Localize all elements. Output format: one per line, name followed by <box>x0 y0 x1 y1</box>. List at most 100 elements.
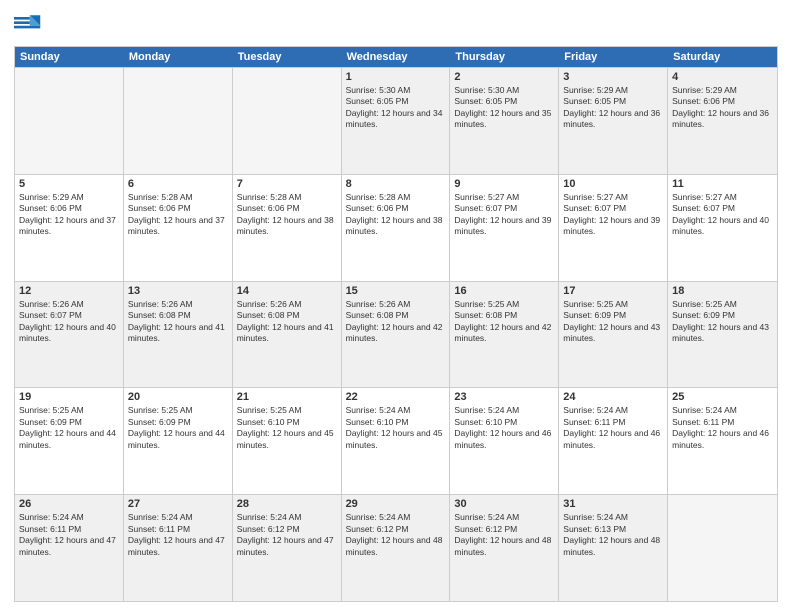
day-number: 8 <box>346 178 446 190</box>
header-day-friday: Friday <box>559 47 668 67</box>
cal-cell-day-3: 3 Sunrise: 5:29 AMSunset: 6:05 PMDaylight… <box>559 68 668 174</box>
day-info: Sunrise: 5:24 AMSunset: 6:10 PMDaylight:… <box>346 405 446 451</box>
cal-cell-day-6: 6 Sunrise: 5:28 AMSunset: 6:06 PMDaylight… <box>124 175 233 281</box>
cal-cell-empty <box>15 68 124 174</box>
day-info: Sunrise: 5:26 AMSunset: 6:08 PMDaylight:… <box>128 299 228 345</box>
cal-cell-day-8: 8 Sunrise: 5:28 AMSunset: 6:06 PMDaylight… <box>342 175 451 281</box>
day-number: 6 <box>128 178 228 190</box>
day-info: Sunrise: 5:30 AMSunset: 6:05 PMDaylight:… <box>346 85 446 131</box>
day-info: Sunrise: 5:26 AMSunset: 6:08 PMDaylight:… <box>346 299 446 345</box>
day-number: 18 <box>672 285 773 297</box>
day-number: 5 <box>19 178 119 190</box>
day-number: 23 <box>454 391 554 403</box>
calendar-header: SundayMondayTuesdayWednesdayThursdayFrid… <box>15 47 777 67</box>
day-number: 19 <box>19 391 119 403</box>
day-number: 17 <box>563 285 663 297</box>
cal-cell-day-23: 23Sunrise: 5:24 AMSunset: 6:10 PMDayligh… <box>450 388 559 494</box>
day-info: Sunrise: 5:24 AMSunset: 6:11 PMDaylight:… <box>563 405 663 451</box>
cal-cell-day-26: 26 Sunrise: 5:24 AMSunset: 6:11 PMDayligh… <box>15 495 124 601</box>
day-info: Sunrise: 5:30 AMSunset: 6:05 PMDaylight:… <box>454 85 554 131</box>
page: SundayMondayTuesdayWednesdayThursdayFrid… <box>0 0 792 612</box>
header <box>14 10 778 38</box>
day-info: Sunrise: 5:28 AMSunset: 6:06 PMDaylight:… <box>128 192 228 238</box>
cal-cell-empty <box>233 68 342 174</box>
day-info: Sunrise: 5:28 AMSunset: 6:06 PMDaylight:… <box>346 192 446 238</box>
day-info: Sunrise: 5:24 AMSunset: 6:13 PMDaylight:… <box>563 512 663 558</box>
day-info: Sunrise: 5:24 AMSunset: 6:12 PMDaylight:… <box>237 512 337 558</box>
day-number: 31 <box>563 498 663 510</box>
logo <box>14 10 46 38</box>
day-info: Sunrise: 5:24 AMSunset: 6:11 PMDaylight:… <box>128 512 228 558</box>
day-number: 29 <box>346 498 446 510</box>
day-info: Sunrise: 5:29 AMSunset: 6:06 PMDaylight:… <box>672 85 773 131</box>
day-number: 25 <box>672 391 773 403</box>
cal-cell-empty <box>668 495 777 601</box>
day-number: 30 <box>454 498 554 510</box>
day-number: 26 <box>19 498 119 510</box>
day-info: Sunrise: 5:28 AMSunset: 6:06 PMDaylight:… <box>237 192 337 238</box>
cal-cell-day-17: 17 Sunrise: 5:25 AMSunset: 6:09 PMDayligh… <box>559 282 668 388</box>
logo-icon <box>14 10 42 38</box>
day-info: Sunrise: 5:29 AMSunset: 6:06 PMDaylight:… <box>19 192 119 238</box>
day-number: 28 <box>237 498 337 510</box>
cal-cell-day-11: 11 Sunrise: 5:27 AMSunset: 6:07 PMDayligh… <box>668 175 777 281</box>
day-info: Sunrise: 5:25 AMSunset: 6:08 PMDaylight:… <box>454 299 554 345</box>
day-info: Sunrise: 5:24 AMSunset: 6:11 PMDaylight:… <box>19 512 119 558</box>
day-number: 4 <box>672 71 773 83</box>
day-number: 3 <box>563 71 663 83</box>
cal-cell-day-25: 25 Sunrise: 5:24 AMSunset: 6:11 PMDayligh… <box>668 388 777 494</box>
day-info: Sunrise: 5:24 AMSunset: 6:12 PMDaylight:… <box>346 512 446 558</box>
cal-cell-day-21: 21 Sunrise: 5:25 AMSunset: 6:10 PMDayligh… <box>233 388 342 494</box>
day-number: 21 <box>237 391 337 403</box>
day-number: 22 <box>346 391 446 403</box>
cal-cell-day-16: 16 Sunrise: 5:25 AMSunset: 6:08 PMDayligh… <box>450 282 559 388</box>
cal-cell-day-22: 22 Sunrise: 5:24 AMSunset: 6:10 PMDayligh… <box>342 388 451 494</box>
cal-cell-day-10: 10 Sunrise: 5:27 AMSunset: 6:07 PMDayligh… <box>559 175 668 281</box>
day-number: 13 <box>128 285 228 297</box>
day-number: 20 <box>128 391 228 403</box>
header-day-thursday: Thursday <box>450 47 559 67</box>
day-info: Sunrise: 5:29 AMSunset: 6:05 PMDaylight:… <box>563 85 663 131</box>
day-number: 12 <box>19 285 119 297</box>
cal-cell-day-7: 7Sunrise: 5:28 AMSunset: 6:06 PMDaylight… <box>233 175 342 281</box>
cal-cell-day-28: 28 Sunrise: 5:24 AMSunset: 6:12 PMDayligh… <box>233 495 342 601</box>
day-info: Sunrise: 5:27 AMSunset: 6:07 PMDaylight:… <box>454 192 554 238</box>
day-number: 9 <box>454 178 554 190</box>
header-day-sunday: Sunday <box>15 47 124 67</box>
day-number: 1 <box>346 71 446 83</box>
day-number: 11 <box>672 178 773 190</box>
cal-cell-day-13: 13 Sunrise: 5:26 AMSunset: 6:08 PMDayligh… <box>124 282 233 388</box>
header-day-tuesday: Tuesday <box>233 47 342 67</box>
cal-cell-day-15: 15 Sunrise: 5:26 AMSunset: 6:08 PMDayligh… <box>342 282 451 388</box>
day-number: 16 <box>454 285 554 297</box>
calendar-body: 1 Sunrise: 5:30 AMSunset: 6:05 PMDaylight… <box>15 67 777 601</box>
cal-cell-day-12: 12 Sunrise: 5:26 AMSunset: 6:07 PMDayligh… <box>15 282 124 388</box>
day-number: 2 <box>454 71 554 83</box>
day-info: Sunrise: 5:27 AMSunset: 6:07 PMDaylight:… <box>563 192 663 238</box>
day-info: Sunrise: 5:25 AMSunset: 6:09 PMDaylight:… <box>563 299 663 345</box>
day-number: 27 <box>128 498 228 510</box>
cal-cell-day-20: 20 Sunrise: 5:25 AMSunset: 6:09 PMDayligh… <box>124 388 233 494</box>
day-info: Sunrise: 5:25 AMSunset: 6:09 PMDaylight:… <box>672 299 773 345</box>
day-number: 15 <box>346 285 446 297</box>
day-number: 24 <box>563 391 663 403</box>
calendar-week-1: 1 Sunrise: 5:30 AMSunset: 6:05 PMDaylight… <box>15 67 777 174</box>
day-info: Sunrise: 5:26 AMSunset: 6:07 PMDaylight:… <box>19 299 119 345</box>
cal-cell-day-14: 14Sunrise: 5:26 AMSunset: 6:08 PMDayligh… <box>233 282 342 388</box>
header-day-saturday: Saturday <box>668 47 777 67</box>
day-number: 14 <box>237 285 337 297</box>
day-info: Sunrise: 5:25 AMSunset: 6:10 PMDaylight:… <box>237 405 337 451</box>
day-info: Sunrise: 5:25 AMSunset: 6:09 PMDaylight:… <box>128 405 228 451</box>
day-info: Sunrise: 5:25 AMSunset: 6:09 PMDaylight:… <box>19 405 119 451</box>
cal-cell-day-5: 5 Sunrise: 5:29 AMSunset: 6:06 PMDaylight… <box>15 175 124 281</box>
cal-cell-empty <box>124 68 233 174</box>
cal-cell-day-24: 24 Sunrise: 5:24 AMSunset: 6:11 PMDayligh… <box>559 388 668 494</box>
day-info: Sunrise: 5:24 AMSunset: 6:11 PMDaylight:… <box>672 405 773 451</box>
cal-cell-day-29: 29 Sunrise: 5:24 AMSunset: 6:12 PMDayligh… <box>342 495 451 601</box>
header-day-wednesday: Wednesday <box>342 47 451 67</box>
header-day-monday: Monday <box>124 47 233 67</box>
day-number: 10 <box>563 178 663 190</box>
day-info: Sunrise: 5:27 AMSunset: 6:07 PMDaylight:… <box>672 192 773 238</box>
calendar-week-3: 12 Sunrise: 5:26 AMSunset: 6:07 PMDayligh… <box>15 281 777 388</box>
cal-cell-day-18: 18 Sunrise: 5:25 AMSunset: 6:09 PMDayligh… <box>668 282 777 388</box>
